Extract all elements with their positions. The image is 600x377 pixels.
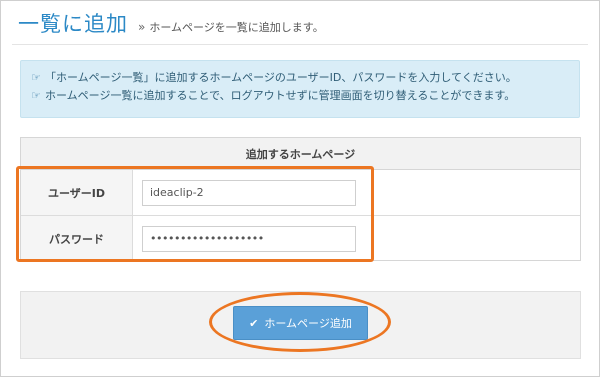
user-id-label: ユーザーID	[21, 170, 133, 215]
add-homepage-button[interactable]: ✔ ホームページ追加	[233, 306, 368, 340]
info-text-2: ホームページ一覧に追加することで、ログアウトせずに管理画面を切り替えることができ…	[45, 89, 516, 102]
check-icon: ✔	[249, 316, 259, 330]
header-divider	[12, 44, 588, 45]
page-header: 一覧に追加 » ホームページを一覧に追加します。	[18, 8, 324, 38]
password-cell: •••••••••••••••••••	[133, 216, 580, 261]
page-subtitle: ホームページを一覧に追加します。	[149, 21, 324, 34]
table-row-user-id: ユーザーID ideaclip-2	[21, 170, 580, 216]
info-line-2: ☞ ホームページ一覧に追加することで、ログアウトせずに管理画面を切り替えることが…	[31, 87, 569, 105]
hand-pointer-icon: ☞	[31, 89, 41, 102]
user-id-cell: ideaclip-2	[133, 170, 580, 215]
password-label: パスワード	[21, 216, 133, 261]
add-homepage-table: 追加するホームページ ユーザーID ideaclip-2 パスワード •••••…	[20, 137, 581, 261]
page-title: 一覧に追加	[18, 12, 128, 36]
info-line-1: ☞ 「ホームページ一覧」に追加するホームページのユーザーID、パスワードを入力し…	[31, 69, 569, 87]
password-input[interactable]: •••••••••••••••••••	[142, 225, 356, 252]
table-row-password: パスワード •••••••••••••••••••	[21, 216, 580, 261]
info-alert: ☞ 「ホームページ一覧」に追加するホームページのユーザーID、パスワードを入力し…	[20, 60, 580, 118]
info-text-1: 「ホームページ一覧」に追加するホームページのユーザーID、パスワードを入力してく…	[45, 71, 517, 84]
add-homepage-button-label: ホームページ追加	[264, 317, 352, 330]
table-heading: 追加するホームページ	[21, 138, 580, 170]
user-id-input[interactable]: ideaclip-2	[142, 179, 356, 206]
breadcrumb-separator: »	[138, 20, 146, 34]
hand-pointer-icon: ☞	[31, 71, 41, 84]
